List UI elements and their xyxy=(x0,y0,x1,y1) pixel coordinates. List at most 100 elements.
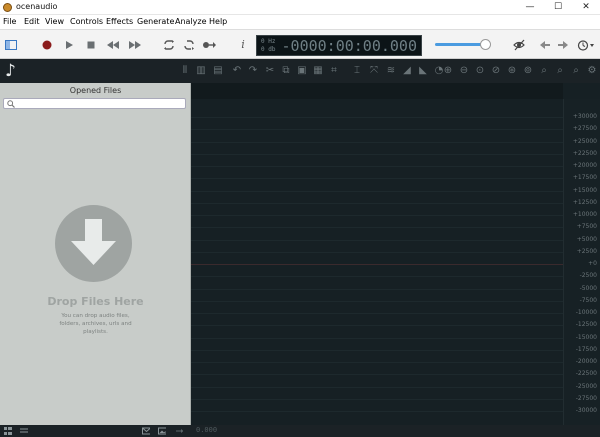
amplitude-gridline xyxy=(191,398,563,400)
fade-out-icon[interactable]: ◣ xyxy=(417,65,429,77)
ruler-tick: +25000 xyxy=(572,137,597,145)
zoom-reset-icon[interactable]: ⊚ xyxy=(522,65,534,77)
menu-analyze[interactable]: Analyze xyxy=(175,17,207,26)
opened-files-panel: Opened Files Drop Files Here You can dro… xyxy=(0,83,191,425)
volume-slider[interactable] xyxy=(435,39,491,50)
fade-in-icon[interactable]: ◢ xyxy=(401,65,413,77)
fast-forward-icon[interactable] xyxy=(128,38,142,52)
ruler-tick: +0 xyxy=(588,260,597,267)
music-note-logo-icon: ♪ xyxy=(5,61,16,81)
stop-icon[interactable] xyxy=(84,38,98,52)
record-icon[interactable] xyxy=(40,38,54,52)
image-icon[interactable] xyxy=(158,427,166,435)
ruler-tick: -15000 xyxy=(575,333,597,341)
mail-icon[interactable] xyxy=(142,427,150,435)
zoom-in-icon[interactable]: ⊕ xyxy=(442,65,454,77)
maximize-button[interactable]: ☐ xyxy=(544,0,572,15)
loop-icon[interactable] xyxy=(162,38,176,52)
menu-generate[interactable]: Generate xyxy=(137,17,174,26)
drop-files-title: Drop Files Here xyxy=(47,295,144,308)
timeline-strip[interactable] xyxy=(191,83,563,99)
menu-effects[interactable]: Effects xyxy=(106,17,133,26)
menu-help[interactable]: Help xyxy=(209,17,227,26)
amplitude-gridline xyxy=(191,117,563,118)
settings-icon[interactable]: ⚙ xyxy=(586,65,598,77)
history-clock-icon[interactable] xyxy=(576,38,596,52)
menu-view[interactable]: View xyxy=(45,17,64,26)
marker-list-icon[interactable]: ⌕ xyxy=(570,65,582,77)
status-bar: 0.000 xyxy=(0,425,600,437)
minimize-button[interactable]: — xyxy=(516,0,544,15)
zoom-fit-icon[interactable]: ⊘ xyxy=(490,65,502,77)
cut-icon[interactable]: ✂ xyxy=(264,65,276,77)
playhead-icon[interactable] xyxy=(202,38,216,52)
ruler-tick: +12500 xyxy=(572,198,597,206)
tools-bar: ⦀ ▥ ▤ ↶ ↷ ✂ ⧉ ▣ ▦ ⌗ ⌶ ⤧ ≋ ◢ ◣ ◔ ⊕ ⊖ ⊙ ⊘ … xyxy=(183,59,600,83)
rewind-icon[interactable] xyxy=(106,38,120,52)
zoom-selection-icon[interactable]: ⊙ xyxy=(474,65,486,77)
time-display: 0 Hz 0 db -0000:00:00.000 xyxy=(256,35,422,56)
frequency-readout: 0 Hz xyxy=(261,38,276,45)
zoom-vertical-icon[interactable]: ⊛ xyxy=(506,65,518,77)
search-icon xyxy=(7,100,15,108)
amplitude-gridline xyxy=(191,166,563,167)
window-title: ocenaudio xyxy=(16,2,58,11)
toolbar: i 0 Hz 0 db -0000:00:00.000 xyxy=(0,29,600,59)
paste-icon[interactable]: ▣ xyxy=(296,65,308,77)
play-icon[interactable] xyxy=(62,38,76,52)
crop-icon[interactable]: ⌗ xyxy=(328,65,340,77)
forward-arrow-icon[interactable] xyxy=(556,38,570,52)
zoom-out-icon[interactable]: ⊖ xyxy=(458,65,470,77)
ruler-tick: -2500 xyxy=(579,272,597,280)
copy-icon[interactable]: ⧉ xyxy=(280,65,292,77)
menu-edit[interactable]: Edit xyxy=(24,17,40,26)
repeat-icon[interactable] xyxy=(182,38,196,52)
undo-icon[interactable]: ↶ xyxy=(231,65,243,77)
ruler-tick: -7500 xyxy=(579,296,597,304)
link-icon[interactable] xyxy=(175,427,183,435)
ruler-tick: +7500 xyxy=(576,223,597,231)
ruler-tick: -12500 xyxy=(575,321,597,329)
amplitude-gridline xyxy=(191,141,563,143)
trim-icon[interactable]: ⌶ xyxy=(351,65,363,77)
level-meter-icon[interactable]: ▤ xyxy=(212,65,224,77)
waveform-icon[interactable]: ≋ xyxy=(385,65,397,77)
amplitude-gridline xyxy=(191,178,563,180)
ruler-tick: -30000 xyxy=(575,407,597,414)
waveform-area[interactable]: +30000 +27500 +25000 +22500 +20000 +17500 +150… xyxy=(191,83,600,425)
app-icon xyxy=(3,3,12,12)
amplitude-gridline xyxy=(191,276,563,278)
hide-icon[interactable] xyxy=(512,38,526,52)
list-view-icon[interactable] xyxy=(4,427,12,435)
menu-bar: File Edit View Controls Effects Generate… xyxy=(0,15,600,29)
normalize-icon[interactable]: ⤧ xyxy=(368,65,380,77)
search-field[interactable] xyxy=(3,98,186,109)
amplitude-gridline xyxy=(191,202,563,204)
toggle-sidebar-icon[interactable] xyxy=(4,38,18,52)
delete-icon[interactable]: ▦ xyxy=(312,65,324,77)
ruler-tick: -22500 xyxy=(575,370,597,378)
title-bar: ocenaudio — ☐ ✕ xyxy=(0,0,600,15)
close-button[interactable]: ✕ xyxy=(572,0,600,15)
redo-icon[interactable]: ↷ xyxy=(247,65,259,77)
back-arrow-icon[interactable] xyxy=(538,38,552,52)
waveform-canvas[interactable] xyxy=(191,99,563,425)
ruler-tick: +30000 xyxy=(572,113,597,120)
menu-file[interactable]: File xyxy=(3,17,16,26)
ruler-tick: +10000 xyxy=(572,211,597,218)
info-icon[interactable]: i xyxy=(236,38,250,52)
amplitude-gridline xyxy=(191,374,563,376)
menu-controls[interactable]: Controls xyxy=(70,17,103,26)
marker-icon[interactable]: ⌕ xyxy=(538,65,550,77)
search-input[interactable] xyxy=(18,99,183,108)
amplitude-gridline xyxy=(191,239,563,241)
amplitude-gridline xyxy=(191,337,563,339)
spectrogram-icon[interactable]: ▥ xyxy=(195,65,207,77)
amplitude-gridline xyxy=(191,349,563,351)
amplitude-gridline xyxy=(191,300,563,302)
volume-knob[interactable] xyxy=(480,39,491,50)
marker-add-icon[interactable]: ⌕ xyxy=(554,65,566,77)
amplitude-gridline xyxy=(191,313,563,314)
menu-lines-icon[interactable] xyxy=(20,427,28,435)
amplitude-gridline xyxy=(191,264,563,265)
